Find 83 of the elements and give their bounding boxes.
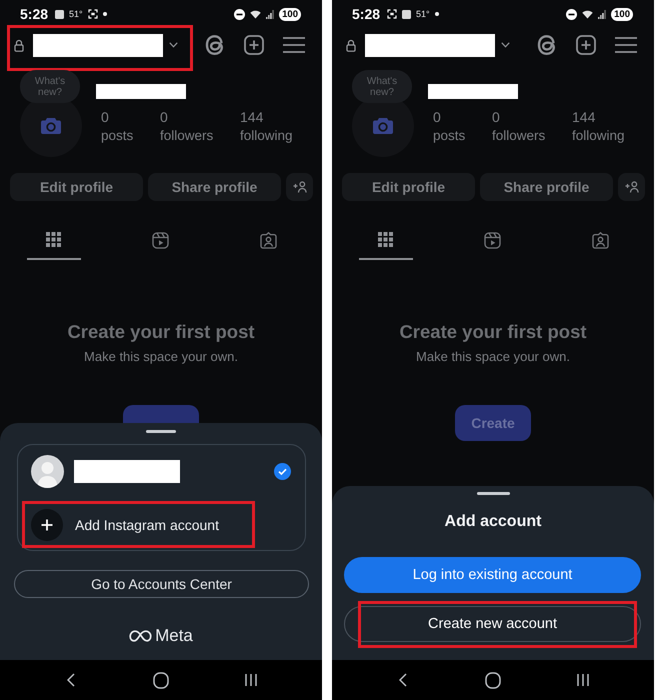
do-not-disturb-icon (566, 8, 578, 20)
stat-value: 0 (101, 108, 109, 126)
stat-label: posts (101, 127, 134, 145)
stat-label: followers (492, 127, 546, 145)
home-icon[interactable] (153, 672, 169, 688)
temperature-text: 51° (69, 9, 83, 19)
profile-button[interactable]: Edit profile (342, 173, 475, 201)
stat-value: 0 (492, 108, 500, 126)
brand-name: Meta (155, 627, 193, 645)
empty-state-title: Create your first post (399, 320, 587, 344)
stat-label: posts (433, 127, 466, 145)
log-in-button[interactable]: Log into existing account (344, 557, 641, 593)
lock-icon (346, 38, 356, 52)
do-not-disturb-icon (234, 8, 246, 20)
add-account-button[interactable]: Add Instagram account (31, 509, 219, 541)
create-button[interactable]: Create (455, 405, 531, 441)
recent-apps-icon[interactable] (576, 673, 590, 687)
chevron-down-icon (501, 42, 510, 48)
stat-value: 0 (433, 108, 441, 126)
status-time: 5:28 (20, 6, 48, 22)
plus-square-icon[interactable] (244, 35, 264, 55)
wifi-icon (582, 10, 594, 18)
avatar-icon (31, 455, 64, 488)
square-icon (55, 10, 64, 18)
empty-state-subtitle: Make this space your own. (416, 348, 570, 366)
sheet-title: Add account (444, 512, 542, 532)
screenshot-icon (387, 9, 398, 19)
square-icon (402, 10, 412, 18)
empty-state-subtitle: Make this space your own. (84, 348, 238, 366)
camera-icon (40, 117, 62, 135)
empty-state-title: Create your first post (67, 320, 255, 344)
check-circle-icon[interactable] (274, 463, 291, 480)
video-play-icon (484, 232, 502, 249)
back-icon[interactable] (67, 673, 75, 687)
lock-icon (14, 38, 24, 52)
stat-label: followers (160, 127, 214, 145)
recent-apps-icon[interactable] (244, 673, 258, 687)
video-play-icon (152, 232, 170, 249)
plus-icon (31, 509, 63, 541)
battery-level: 100 (279, 8, 301, 20)
plus-square-icon[interactable] (576, 35, 596, 55)
person-frame-icon (260, 232, 277, 249)
dot-icon (434, 12, 439, 16)
back-icon[interactable] (399, 673, 407, 687)
account-switcher[interactable] (14, 34, 178, 56)
screenshot-icon (88, 9, 98, 19)
dot-icon (102, 12, 107, 16)
person-plus-icon (624, 181, 638, 193)
account-switcher[interactable] (346, 34, 510, 56)
battery-level: 100 (611, 8, 633, 20)
signal-icon (266, 10, 274, 18)
stat-value: 144 (572, 108, 596, 126)
signal-icon (598, 10, 606, 18)
grid-icon (378, 232, 394, 247)
person-plus-icon (292, 181, 306, 193)
note-tooltip[interactable]: What's new? (20, 70, 80, 103)
stat-label: following (240, 127, 293, 145)
at-sign-icon[interactable] (537, 35, 557, 55)
add-person-button[interactable] (618, 173, 645, 201)
home-icon[interactable] (485, 672, 501, 688)
sheet-handle[interactable] (146, 430, 176, 433)
stat-value: 144 (240, 108, 264, 126)
profile-button[interactable]: Share profile (480, 173, 613, 201)
wifi-icon (250, 10, 262, 18)
profile-button[interactable]: Edit profile (10, 173, 143, 201)
chevron-down-icon (169, 42, 178, 48)
accounts-center-button[interactable]: Go to Accounts Center (14, 570, 309, 598)
at-sign-icon[interactable] (205, 35, 225, 55)
stat-value: 0 (160, 108, 168, 126)
add-person-button[interactable] (286, 173, 313, 201)
create-account-button[interactable]: Create new account (344, 606, 641, 642)
temperature-text: 51° (416, 9, 430, 19)
grid-icon (46, 232, 62, 247)
stat-label: following (572, 127, 625, 145)
profile-button[interactable]: Share profile (148, 173, 281, 201)
person-frame-icon (592, 232, 609, 249)
camera-icon (372, 117, 394, 135)
menu-icon[interactable] (283, 36, 305, 54)
sheet-handle[interactable] (476, 492, 510, 495)
menu-icon[interactable] (615, 36, 637, 54)
status-time: 5:28 (352, 6, 380, 22)
note-tooltip[interactable]: What's new? (352, 70, 412, 103)
infinity-logo-icon (129, 630, 152, 642)
